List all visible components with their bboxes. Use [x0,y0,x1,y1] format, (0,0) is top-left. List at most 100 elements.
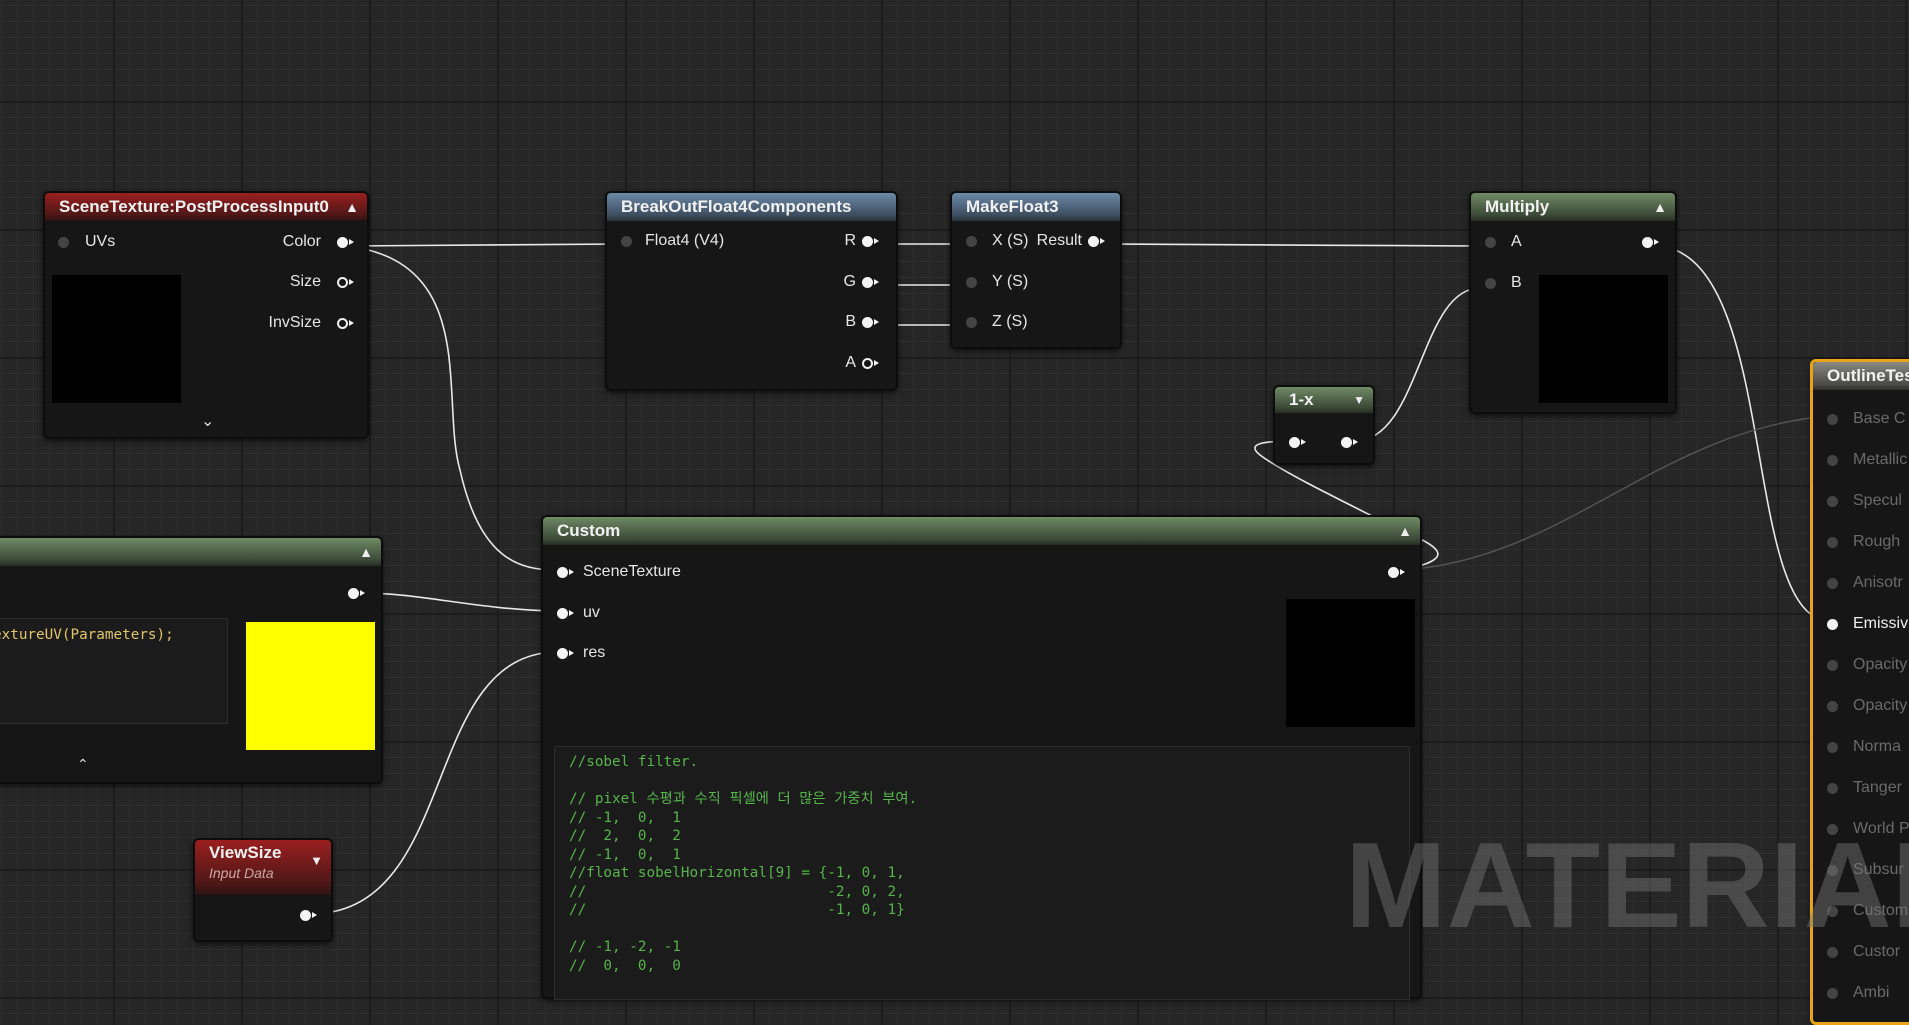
metallic-pin[interactable] [1827,455,1838,466]
uv-input-pin[interactable] [557,608,574,619]
normal-pin[interactable] [1827,742,1838,753]
float4-input-pin[interactable] [621,236,632,247]
a-output-pin[interactable] [862,358,879,369]
metallic-label: Metallic [1853,451,1908,468]
breakoutfloat4-node-header[interactable]: BreakOutFloat4Components [607,193,896,221]
expand-chevron-down-icon[interactable]: ⌄ [201,411,214,431]
viewsize-node[interactable]: ViewSize Input Data ▼ [193,838,333,942]
x-input-pin[interactable] [966,236,977,247]
makefloat3-node-title: MakeFloat3 [966,197,1059,216]
opacity-pin[interactable] [1827,660,1838,671]
scenetexture-preview [52,275,181,403]
res-input-label: res [583,644,606,661]
viewsize-output-pin[interactable] [300,910,317,921]
scenetexture-node-title: SceneTexture:PostProcessInput0 [59,197,329,216]
z-label: Z (S) [992,313,1028,330]
oneminus-input-pin[interactable] [1289,437,1306,448]
roughness-label: Rough [1853,533,1901,550]
scenetexture-input-pin[interactable] [557,567,574,578]
custom-node[interactable]: Custom ▲ SceneTexture uv res //sobel fil… [541,515,1422,1000]
breakoutfloat4-node-title: BreakOutFloat4Components [621,197,852,216]
res-input-pin[interactable] [557,648,574,659]
wire-color-to-scenetexture [346,245,557,571]
tangent-label: Tanger [1853,779,1902,796]
outline-material-header[interactable]: OutlineTes [1813,362,1909,390]
outline-material-title: OutlineTes [1827,366,1909,385]
uv-input-label: uv [583,604,600,621]
wire-left-to-uv [362,592,557,612]
multiply-output-pin[interactable] [1642,237,1659,248]
b-output-pin[interactable] [862,317,879,328]
tangent-pin[interactable] [1827,783,1838,794]
anisotropy-pin[interactable] [1827,578,1838,589]
oneminus-node-title: 1-x [1289,390,1314,409]
multiply-node[interactable]: Multiply ▲ A B [1469,191,1677,414]
a-input-pin[interactable] [1485,237,1496,248]
breakoutfloat4-node[interactable]: BreakOutFloat4Components Float4 (V4) R G… [605,191,898,391]
viewsize-node-header[interactable]: ViewSize Input Data ▼ [195,840,331,895]
basecolor-label: Base C [1853,410,1906,427]
color-label: Color [282,233,321,250]
scenetexture-node[interactable]: SceneTexture:PostProcessInput0 ▲ UVs Col… [43,191,369,439]
z-input-pin[interactable] [966,317,977,328]
left-custom-output-pin[interactable] [348,588,365,599]
roughness-pin[interactable] [1827,537,1838,548]
left-custom-node-header[interactable]: ▲ [0,538,381,566]
size-output-pin[interactable] [337,277,354,288]
custom-preview [1286,599,1415,727]
custom-node-title: Custom [557,521,621,540]
emissive-pin[interactable] [1827,619,1838,630]
g-output-pin[interactable] [862,277,879,288]
left-custom-node[interactable]: ▲ extureUV(Parameters); ⌃ [0,536,383,784]
makefloat3-node-header[interactable]: MakeFloat3 [952,193,1120,221]
custom-code-editor[interactable]: //sobel filter. // pixel 수평과 수직 픽셀에 더 많은… [554,746,1410,1000]
makefloat3-node[interactable]: MakeFloat3 X (S) Result Y (S) Z (S) [950,191,1122,349]
collapse-chevron-up-icon[interactable]: ⌃ [77,756,89,773]
collapse-caret-icon[interactable]: ▲ [345,193,359,221]
oneminus-node-header[interactable]: 1-x ▼ [1275,387,1373,413]
color-output-pin[interactable] [337,237,354,248]
oneminus-output-pin[interactable] [1341,437,1358,448]
basecolor-pin[interactable] [1827,414,1838,425]
collapse-caret-icon[interactable]: ▲ [1398,517,1412,545]
opacity-label: Opacity [1853,656,1908,673]
ambient-pin[interactable] [1827,988,1838,999]
anisotropy-label: Anisotr [1853,574,1903,591]
left-custom-code[interactable]: extureUV(Parameters); [0,618,228,724]
r-output-pin[interactable] [862,236,879,247]
a-label: A [845,354,856,371]
b-label: B [845,313,856,330]
g-label: G [843,273,856,290]
multiply-a-label: A [1511,233,1522,250]
uvs-input-pin[interactable] [58,237,69,248]
multiply-b-label: B [1511,274,1522,291]
b-input-pin[interactable] [1485,278,1496,289]
invsize-label: InvSize [268,314,321,331]
size-label: Size [289,273,321,290]
result-output-pin[interactable] [1088,236,1105,247]
opacitymask-pin[interactable] [1827,701,1838,712]
scenetexture-input-label: SceneTexture [583,563,681,580]
wire-color-to-float4 [346,243,621,247]
y-label: Y (S) [992,273,1029,290]
dropdown-chevron-icon[interactable]: ▼ [310,853,323,868]
y-input-pin[interactable] [966,277,977,288]
specular-pin[interactable] [1827,496,1838,507]
wire-custom-to-outline [1402,417,1811,571]
emissive-label: Emissiv [1853,615,1909,632]
collapse-caret-icon[interactable]: ▲ [359,538,373,566]
multiply-preview [1539,275,1668,403]
result-label: Result [1036,232,1082,249]
custom-node-header[interactable]: Custom ▲ [543,517,1420,545]
invsize-output-pin[interactable] [337,318,354,329]
float4-label: Float4 (V4) [645,232,725,249]
dropdown-chevron-icon[interactable]: ▼ [1353,387,1365,413]
collapse-caret-icon[interactable]: ▲ [1653,193,1667,221]
wire-result-to-a [1105,243,1481,247]
specular-label: Specul [1853,492,1902,509]
multiply-node-header[interactable]: Multiply ▲ [1471,193,1675,221]
scenetexture-node-header[interactable]: SceneTexture:PostProcessInput0 ▲ [45,193,367,221]
custom-output-pin[interactable] [1388,567,1405,578]
r-label: R [844,232,856,249]
oneminus-node[interactable]: 1-x ▼ [1273,385,1375,465]
